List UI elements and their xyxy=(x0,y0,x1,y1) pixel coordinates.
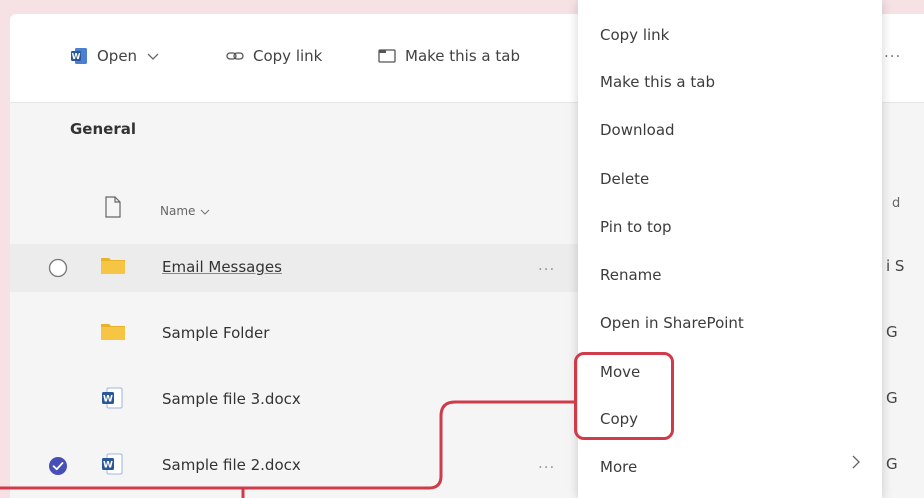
callout-connector xyxy=(0,400,574,498)
